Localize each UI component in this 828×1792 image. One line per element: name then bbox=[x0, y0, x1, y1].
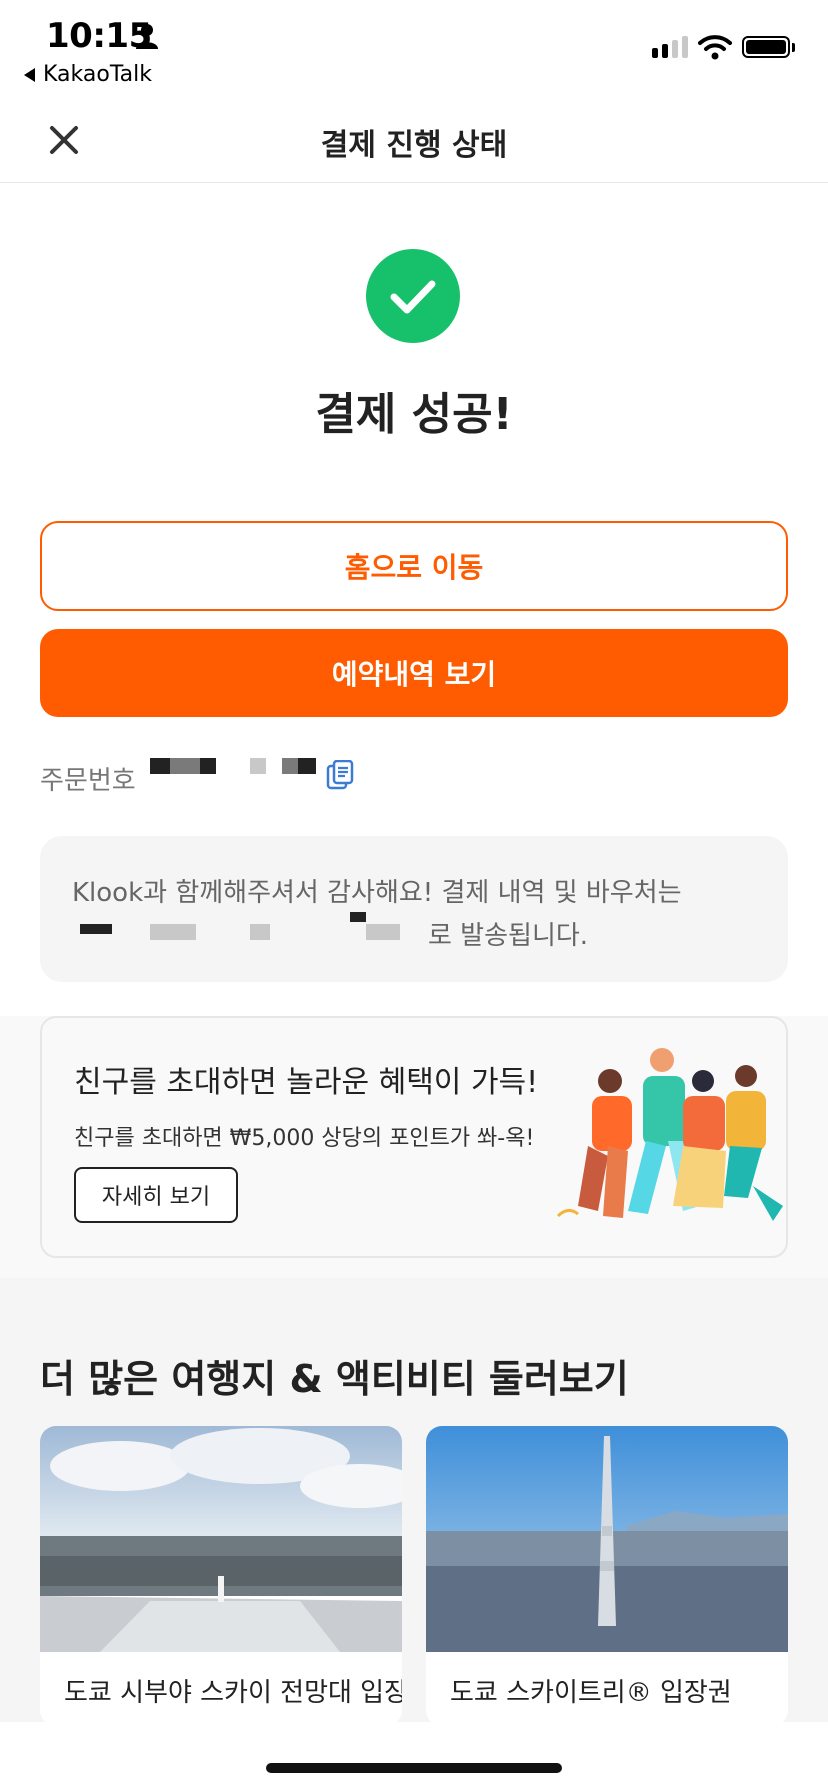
notice-text-line2: 로 발송됩니다. bbox=[428, 921, 589, 951]
invite-details-button[interactable]: 자세히 보기 bbox=[74, 1167, 238, 1223]
back-triangle-icon bbox=[24, 67, 35, 82]
home-indicator-area bbox=[0, 1722, 828, 1792]
notice-text-line1: Klook과 함께해주셔서 감사해요! 결제 내역 및 바우처는 bbox=[72, 878, 682, 908]
redacted-order-number bbox=[298, 758, 316, 774]
redacted-order-number bbox=[200, 758, 216, 774]
thank-you-notice bbox=[40, 836, 788, 982]
redacted-email bbox=[250, 924, 270, 940]
more-section-title: 더 많은 여행지 & 액티비티 둘러보기 bbox=[40, 1357, 629, 1401]
success-title: 결제 성공! bbox=[315, 389, 513, 440]
order-number-label: 주문번호 bbox=[40, 766, 136, 796]
redacted-order-number bbox=[282, 758, 298, 774]
nav-divider bbox=[0, 182, 828, 183]
shibuya-sky-photo bbox=[40, 1426, 402, 1652]
go-home-button[interactable]: 홈으로 이동 bbox=[40, 521, 788, 611]
redacted-order-number bbox=[250, 758, 266, 774]
tokyo-skytree-photo bbox=[426, 1426, 788, 1652]
person-icon bbox=[136, 24, 158, 49]
back-app-label: KakaoTalk bbox=[43, 62, 152, 87]
battery-icon bbox=[742, 36, 790, 58]
redacted-order-number bbox=[150, 758, 170, 774]
redacted-order-number bbox=[170, 758, 200, 774]
activity-card-shibuya-sky[interactable]: 도쿄 시부야 스카이 전망대 입장권 bbox=[40, 1426, 402, 1726]
activity-card-title: 도쿄 시부야 스카이 전망대 입장권 bbox=[64, 1678, 402, 1708]
friends-group-illustration bbox=[556, 1048, 783, 1221]
invite-title: 친구를 초대하면 놀라운 혜택이 가득! bbox=[74, 1065, 539, 1100]
battery-cap bbox=[792, 43, 795, 52]
check-circle-icon bbox=[366, 249, 460, 343]
invite-subtitle: 친구를 초대하면 ₩5,000 상당의 포인트가 쏴-옥! bbox=[74, 1126, 535, 1151]
home-indicator[interactable] bbox=[266, 1763, 562, 1773]
page-title: 결제 진행 상태 bbox=[320, 128, 508, 163]
wifi-icon bbox=[698, 35, 732, 60]
redacted-email bbox=[150, 924, 196, 940]
back-to-app-link[interactable]: KakaoTalk bbox=[24, 62, 152, 87]
redacted-email bbox=[80, 924, 112, 934]
activity-card-title: 도쿄 스카이트리® 입장권 bbox=[450, 1678, 732, 1708]
activity-card-skytree[interactable]: 도쿄 스카이트리® 입장권 bbox=[426, 1426, 788, 1726]
view-booking-button[interactable]: 예약내역 보기 bbox=[40, 629, 788, 717]
redacted-email bbox=[366, 924, 400, 940]
copy-icon[interactable] bbox=[326, 760, 354, 790]
signal-icon bbox=[652, 36, 688, 58]
redacted-email bbox=[350, 912, 366, 922]
